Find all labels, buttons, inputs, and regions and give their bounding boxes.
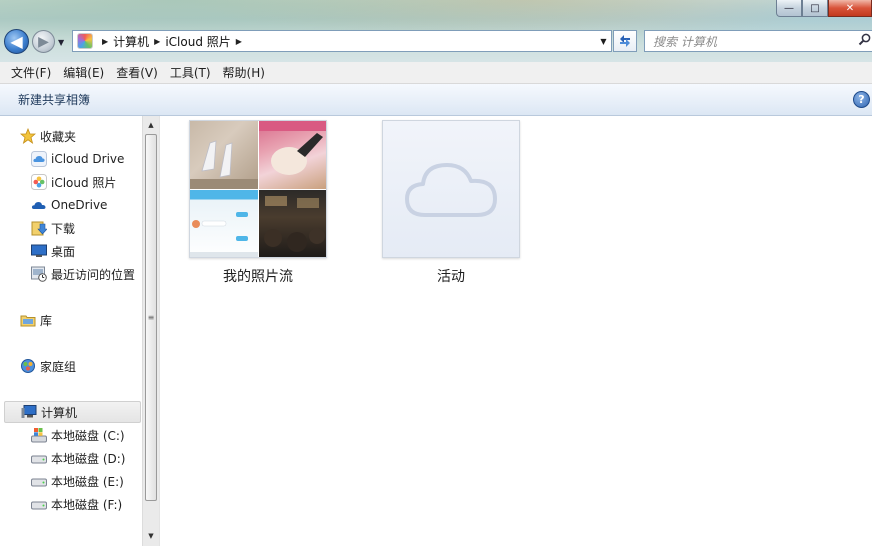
back-button[interactable]: ◀ <box>4 29 29 54</box>
close-button[interactable]: ✕ <box>828 0 872 17</box>
sidebar-item-label: 最近访问的位置 <box>51 267 136 282</box>
sidebar-item-label: 本地磁盘 (F:) <box>51 497 123 512</box>
sidebar-item-label: 下载 <box>51 221 76 236</box>
sidebar-item-label: 本地磁盘 (C:) <box>51 428 125 443</box>
sidebar-item-libraries[interactable]: 库 <box>20 309 52 331</box>
search-icon[interactable] <box>858 33 871 50</box>
onedrive-icon <box>31 197 47 213</box>
refresh-button[interactable] <box>613 30 637 52</box>
icloud-photos-icon <box>31 174 47 190</box>
sidebar-item-label: 库 <box>40 313 53 328</box>
breadcrumb-chevron-icon[interactable]: ▶ <box>102 37 108 46</box>
breadcrumb-icloud-photos[interactable]: iCloud 照片 <box>165 33 230 50</box>
star-icon <box>20 128 36 144</box>
sidebar-item-icloud-photos[interactable]: iCloud 照片 <box>31 171 116 193</box>
breadcrumb-chevron-icon[interactable]: ▶ <box>154 37 160 46</box>
photo-thumbnail <box>190 190 258 257</box>
activity-thumbnail <box>382 120 520 258</box>
sidebar-item-label: iCloud 照片 <box>51 175 117 190</box>
sidebar-item-favorites[interactable]: 收藏夹 <box>20 125 76 147</box>
help-icon: ? <box>858 93 865 106</box>
icloud-photos-icon <box>77 33 93 49</box>
command-bar: 新建共享相簿 <box>0 84 872 116</box>
hard-drive-icon <box>31 496 47 512</box>
desktop-icon <box>31 243 47 259</box>
cloud-icon <box>405 163 497 217</box>
menu-bar: 文件(F) 编辑(E) 查看(V) 工具(T) 帮助(H) <box>0 62 872 84</box>
sidebar-item-desktop[interactable]: 桌面 <box>31 240 75 262</box>
system-drive-icon <box>31 427 47 443</box>
window-controls: — □ ✕ <box>776 0 872 17</box>
sidebar-item-label: 桌面 <box>51 244 76 259</box>
photo-stream-label: 我的照片流 <box>223 269 293 285</box>
scrollbar-thumb[interactable]: ≡ <box>145 134 157 501</box>
scroll-down-arrow-icon[interactable]: ▼ <box>143 528 159 544</box>
sidebar-item-onedrive[interactable]: OneDrive <box>31 194 107 216</box>
photo-thumbnail <box>259 121 326 189</box>
address-bar[interactable]: ▶ 计算机 ▶ iCloud 照片 ▶ ▼ <box>72 30 612 52</box>
help-button[interactable]: ? <box>853 91 870 108</box>
photo-stream-thumbnail <box>189 120 327 258</box>
sidebar-item-downloads[interactable]: 下载 <box>31 217 75 239</box>
sidebar-item-recent-places[interactable]: 最近访问的位置 <box>31 263 135 285</box>
sidebar-item-label: OneDrive <box>51 198 108 212</box>
forward-arrow-icon: ▶ <box>38 33 49 50</box>
sidebar-item-label: iCloud Drive <box>51 152 125 166</box>
search-input[interactable]: 搜索 计算机 <box>644 30 872 52</box>
sidebar-item-label: 本地磁盘 (E:) <box>51 474 124 489</box>
sidebar-item-drive-c[interactable]: 本地磁盘 (C:) <box>31 424 125 446</box>
hard-drive-icon <box>31 450 47 466</box>
refresh-icon <box>620 35 630 47</box>
breadcrumb-computer[interactable]: 计算机 <box>113 33 149 50</box>
forward-button[interactable]: ▶ <box>32 30 55 53</box>
icloud-drive-icon <box>31 151 47 167</box>
sidebar-item-computer[interactable]: 计算机 <box>4 401 141 423</box>
address-dropdown-button[interactable]: ▼ <box>595 31 611 51</box>
recent-places-icon <box>31 266 47 282</box>
menu-tools[interactable]: 工具(T) <box>164 64 217 81</box>
content-area: 我的照片流 活动 <box>159 116 872 546</box>
search-placeholder: 搜索 计算机 <box>653 34 717 49</box>
sidebar-item-drive-d[interactable]: 本地磁盘 (D:) <box>31 447 125 469</box>
sidebar-item-drive-e[interactable]: 本地磁盘 (E:) <box>31 470 124 492</box>
minimize-button[interactable]: — <box>776 0 802 17</box>
sidebar-item-label: 家庭组 <box>40 359 77 374</box>
homegroup-icon <box>20 358 36 374</box>
downloads-icon <box>31 220 47 236</box>
new-shared-album-button[interactable]: 新建共享相簿 <box>18 91 90 108</box>
activity-label: 活动 <box>437 269 465 285</box>
window-chrome: — □ ✕ ◀ ▶ ▼ ▶ 计算机 ▶ iCloud 照片 ▶ ▼ 搜索 计算机 <box>0 0 872 62</box>
menu-help[interactable]: 帮助(H) <box>217 64 271 81</box>
recent-pages-dropdown[interactable]: ▼ <box>58 38 64 47</box>
libraries-icon <box>20 312 36 328</box>
hard-drive-icon <box>31 473 47 489</box>
sidebar-item-label: 本地磁盘 (D:) <box>51 451 126 466</box>
breadcrumb-chevron-icon[interactable]: ▶ <box>236 37 242 46</box>
sidebar-item-icloud-drive[interactable]: iCloud Drive <box>31 148 124 170</box>
maximize-button[interactable]: □ <box>802 0 828 17</box>
sidebar-item-label: 收藏夹 <box>40 129 77 144</box>
computer-icon <box>21 404 37 420</box>
navigation-scrollbar[interactable]: ▲ ≡ ▼ <box>142 116 159 546</box>
scroll-up-arrow-icon[interactable]: ▲ <box>143 117 159 133</box>
photo-thumbnail <box>259 190 326 257</box>
activity-item[interactable]: 活动 <box>382 120 520 286</box>
sidebar-item-drive-f[interactable]: 本地磁盘 (F:) <box>31 493 122 515</box>
menu-file[interactable]: 文件(F) <box>5 64 57 81</box>
navigation-pane: 收藏夹 iCloud Drive iCloud 照片 OneDrive 下载 桌… <box>0 116 142 546</box>
photo-thumbnail <box>190 121 258 189</box>
menu-edit[interactable]: 编辑(E) <box>57 64 110 81</box>
menu-view[interactable]: 查看(V) <box>110 64 164 81</box>
photo-stream-item[interactable]: 我的照片流 <box>189 120 327 286</box>
sidebar-item-label: 计算机 <box>41 405 78 420</box>
back-arrow-icon: ◀ <box>10 32 23 51</box>
sidebar-item-homegroup[interactable]: 家庭组 <box>20 355 76 377</box>
